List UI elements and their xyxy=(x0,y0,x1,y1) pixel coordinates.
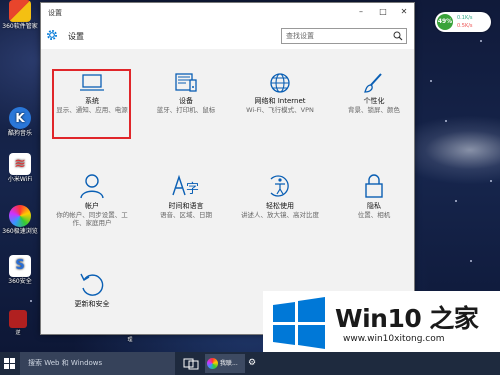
network-speed-widget[interactable]: 49% 0.1K/s 0.5K/s xyxy=(435,12,491,32)
kugou-icon: K xyxy=(9,107,31,129)
desktop-icon-mi-wifi[interactable]: ≋ 小米WiFi xyxy=(0,153,40,183)
window-title: 设置 xyxy=(48,9,62,17)
tile-devices[interactable]: 设备 蓝牙、打印机、鼠标 xyxy=(144,72,228,114)
tile-update-security-label: 更新和安全 xyxy=(74,300,110,308)
tile-ease-of-access-label: 轻松使用 xyxy=(266,202,294,210)
tile-system-label: 系统 xyxy=(85,97,99,105)
tile-time-language[interactable]: 字 时间和语言 语音、区域、日期 xyxy=(144,173,228,219)
tile-accounts[interactable]: 帐户 你的帐户、同步设置、工作、家庭用户 xyxy=(50,173,134,227)
memory-badge: 49% xyxy=(437,14,453,30)
time-language-icon: 字 xyxy=(172,174,199,197)
desktop-icon-360-security[interactable]: S 360安全 xyxy=(0,255,40,285)
tile-devices-desc: 蓝牙、打印机、鼠标 xyxy=(156,106,216,114)
tile-personalization-desc: 背景、锁屏、颜色 xyxy=(348,106,400,114)
tile-network-desc: Wi-Fi、飞行模式、VPN xyxy=(246,106,314,114)
tile-update-security[interactable]: 更新和安全 xyxy=(50,271,134,309)
tile-ease-of-access-desc: 讲述人、放大镜、高对比度 xyxy=(241,211,319,219)
brand-name: Win10 之家 xyxy=(335,304,479,333)
desktop-icon-360-browser[interactable]: 360极速浏览 xyxy=(0,205,40,235)
start-windows-icon[interactable] xyxy=(4,358,15,369)
wifi-icon: ≋ xyxy=(9,153,31,175)
settings-header: 设置 xyxy=(41,21,414,49)
taskbar-app-label: 我联... xyxy=(220,360,238,367)
devices-icon xyxy=(175,73,197,92)
tile-privacy-label: 隐私 xyxy=(367,202,381,210)
lock-icon xyxy=(365,174,383,198)
windows-logo-icon xyxy=(273,297,325,349)
desktop-icon-game[interactable]: 逆 xyxy=(6,310,30,336)
search-icon[interactable] xyxy=(393,31,403,41)
tile-system[interactable]: 系统 显示、通知、应用、电源 xyxy=(50,72,134,114)
tile-accounts-desc: 你的帐户、同步设置、工作、家庭用户 xyxy=(56,211,128,227)
tile-time-language-label: 时间和语言 xyxy=(168,202,204,210)
tile-devices-label: 设备 xyxy=(179,97,193,105)
desktop-icon-kugou[interactable]: K 酷狗音乐 xyxy=(0,107,40,137)
laptop-icon xyxy=(80,74,104,91)
watermark-banner: Win10 之家 www.win10xitong.com xyxy=(263,291,500,357)
ease-of-access-icon xyxy=(270,175,289,197)
maximize-button[interactable]: □ xyxy=(372,3,394,21)
page-title: 设置 xyxy=(68,32,84,41)
tile-privacy-desc: 位置、相机 xyxy=(357,211,391,219)
tile-network-label: 网络和 Internet xyxy=(254,97,306,105)
taskbar-app-button[interactable]: 我联... xyxy=(205,354,245,373)
minimize-button[interactable]: – xyxy=(350,3,372,21)
tile-network[interactable]: 网络和 Internet Wi-Fi、飞行模式、VPN xyxy=(238,72,322,114)
tile-ease-of-access[interactable]: 轻松使用 讲述人、放大镜、高对比度 xyxy=(238,173,322,219)
desktop-icon-360-software[interactable]: 360软件管家 xyxy=(0,0,40,30)
person-icon xyxy=(80,174,104,199)
settings-window: 设置 – □ ✕ 设置 系统 显示、通知、应用、电源 设备 xyxy=(40,2,415,335)
search-input[interactable] xyxy=(281,28,407,44)
globe-icon xyxy=(270,73,290,93)
taskbar: 搜索 Web 和 Windows 我联... ⚙ xyxy=(0,352,500,375)
close-button[interactable]: ✕ xyxy=(393,3,415,21)
taskbar-search[interactable]: 搜索 Web 和 Windows xyxy=(20,352,175,375)
tile-system-desc: 显示、通知、应用、电源 xyxy=(56,106,128,114)
title-bar[interactable]: 设置 – □ ✕ xyxy=(41,3,414,21)
task-view-icon[interactable] xyxy=(182,354,200,373)
security-icon: S xyxy=(9,255,31,277)
tile-accounts-label: 帐户 xyxy=(85,202,99,210)
svg-text:字: 字 xyxy=(186,182,199,197)
refresh-icon xyxy=(80,273,104,296)
tile-personalization-label: 个性化 xyxy=(363,97,385,105)
browser-icon xyxy=(207,358,218,369)
tile-time-language-desc: 语音、区域、日期 xyxy=(160,211,212,219)
app-360-icon xyxy=(9,0,31,22)
browser-icon xyxy=(9,205,31,227)
tile-personalization[interactable]: 个性化 背景、锁屏、颜色 xyxy=(332,72,416,114)
taskbar-settings-gear-icon[interactable]: ⚙ xyxy=(248,354,262,373)
paintbrush-icon xyxy=(364,73,382,93)
gear-icon xyxy=(47,30,57,40)
download-speed: 0.5K/s xyxy=(457,23,473,29)
tile-privacy[interactable]: 隐私 位置、相机 xyxy=(332,173,416,219)
brand-url: www.win10xitong.com xyxy=(343,334,445,344)
game-icon xyxy=(9,310,27,328)
upload-speed: 0.1K/s xyxy=(457,15,473,21)
